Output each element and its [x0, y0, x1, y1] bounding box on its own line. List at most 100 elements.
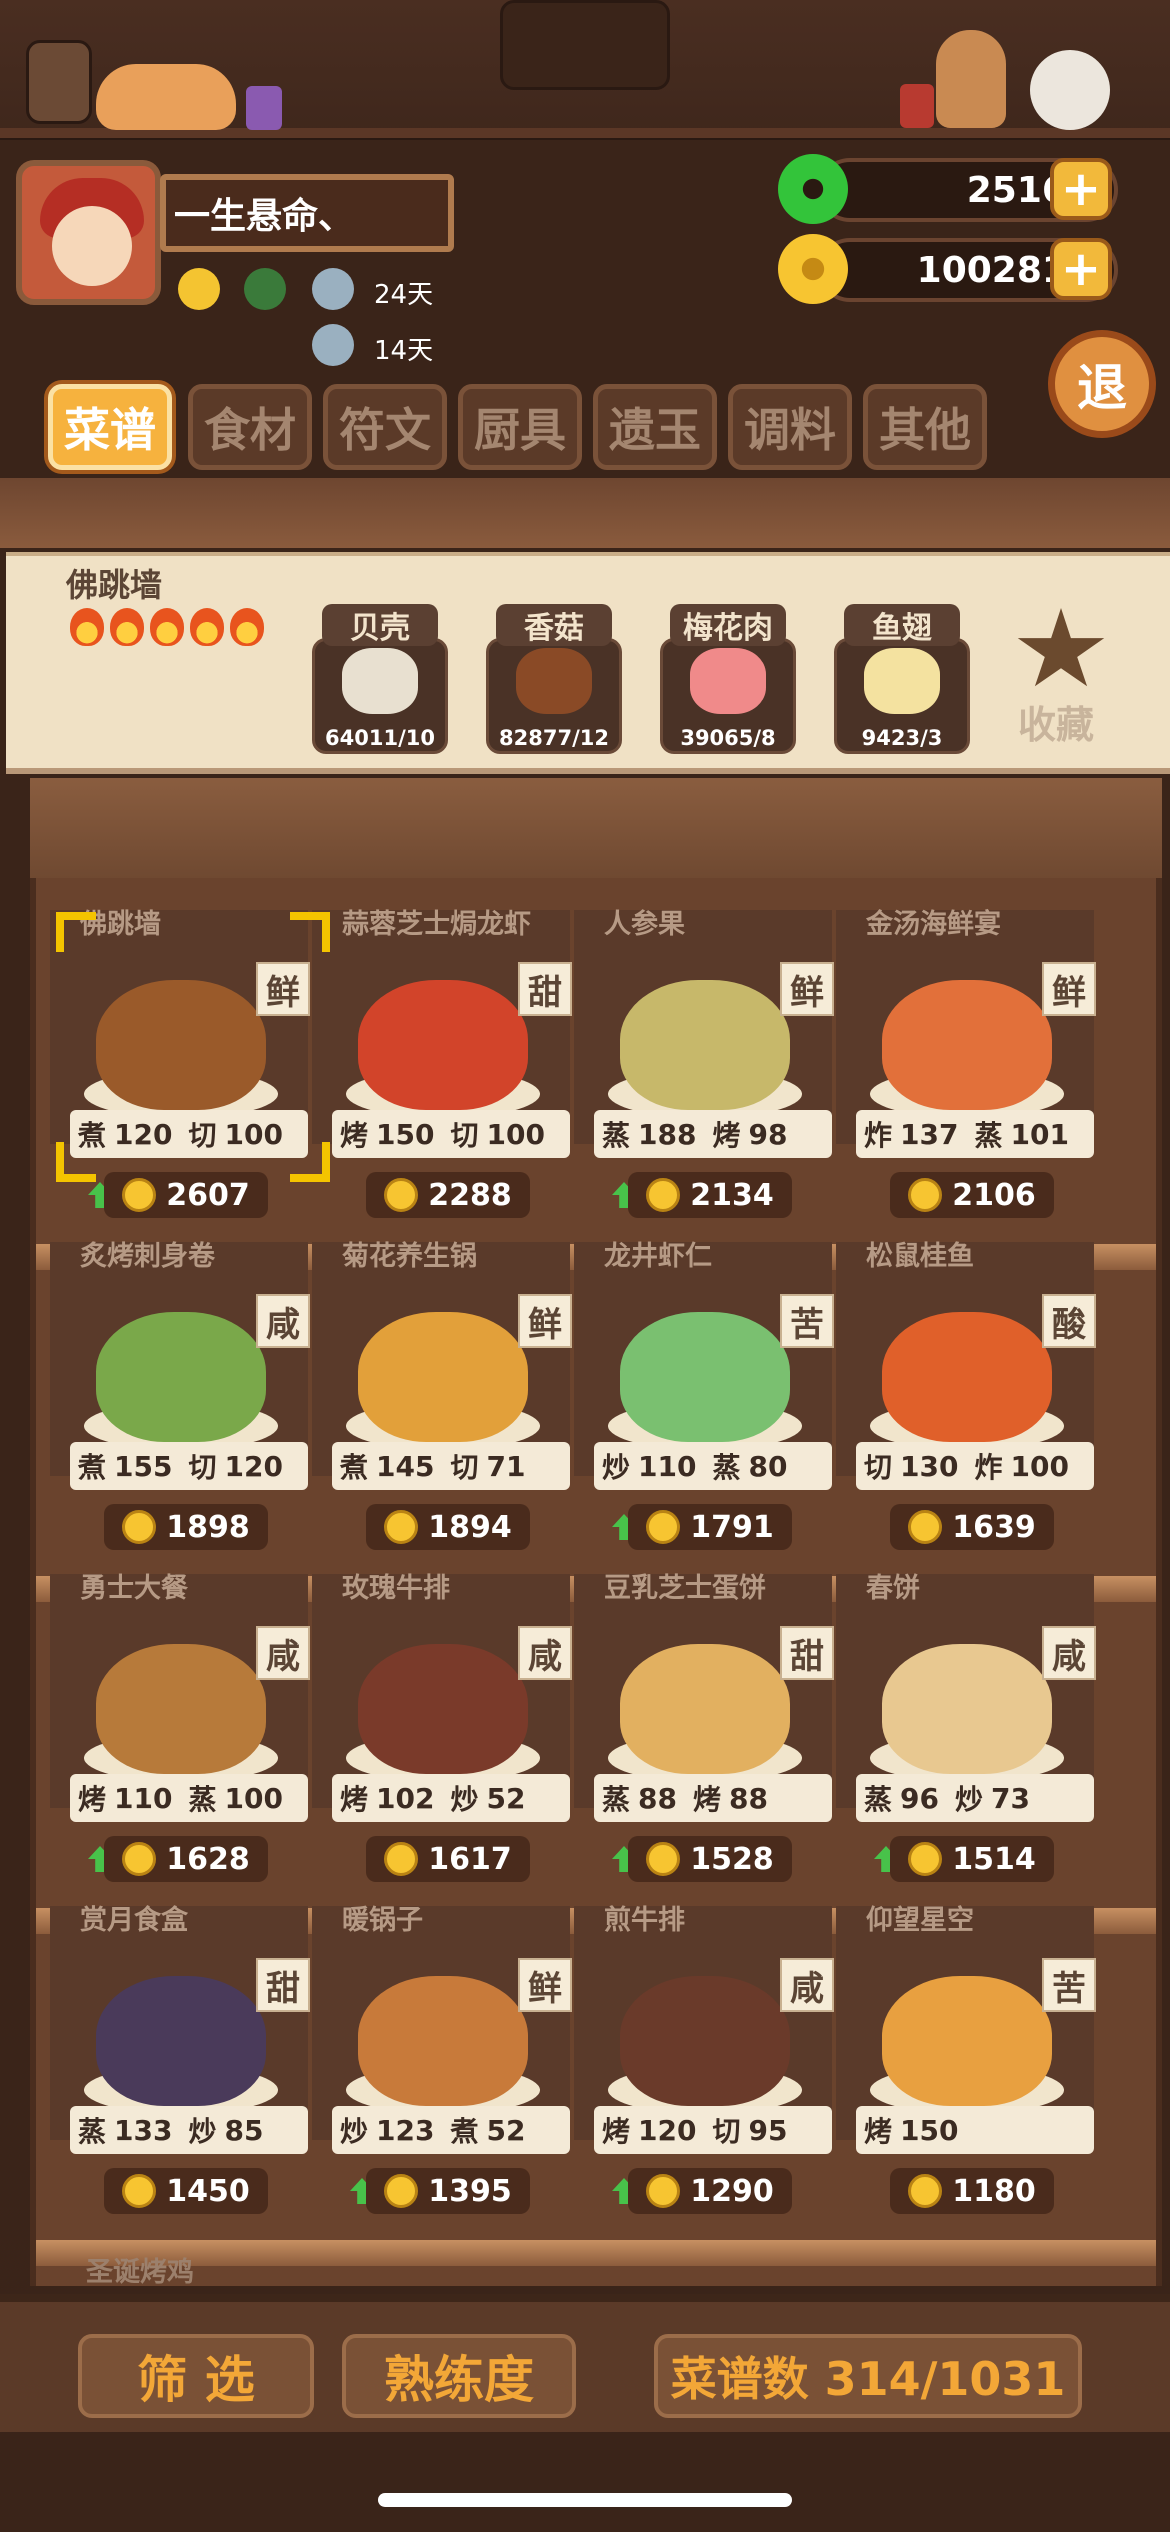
taste-badge: 咸: [780, 1958, 834, 2012]
flame-icon: [230, 608, 264, 646]
dish-icon: [358, 1312, 528, 1442]
wood-band: [0, 478, 1170, 548]
skill-1-value: 130: [900, 1449, 959, 1483]
recipe-name: 春饼: [866, 1573, 920, 1604]
price-value: 1395: [428, 2173, 512, 2209]
coin-icon: [384, 1178, 419, 1212]
taste-badge: 甜: [256, 1958, 310, 2012]
skill-2: 炒: [450, 1783, 479, 1816]
fin-icon: [864, 648, 940, 714]
skill-1: 炒: [602, 1451, 631, 1484]
recipe-card[interactable]: 松鼠桂鱼酸切 130 炸 100 1639: [836, 1242, 1096, 1572]
tab-seasonings[interactable]: 调料: [728, 384, 852, 470]
skill-requirements: 煮 145 切 71: [332, 1442, 570, 1490]
skill-2-value: 80: [748, 1449, 788, 1483]
coin-icon: [646, 1510, 681, 1544]
selection-corner: [56, 912, 96, 952]
skill-1: 蒸: [78, 2115, 107, 2148]
filter-button[interactable]: 筛 选: [78, 2334, 314, 2418]
proficiency-button[interactable]: 熟练度: [342, 2334, 576, 2418]
recipe-card[interactable]: 仰望星空苦烤 150 1180: [836, 1905, 1096, 2236]
tab-utensils[interactable]: 厨具: [458, 384, 582, 470]
ingredient-shell[interactable]: 贝壳 64011/10: [312, 604, 448, 754]
recipe-card[interactable]: 菊花养生锅鲜煮 145 切 71 1894: [312, 1242, 572, 1572]
exit-button[interactable]: 退: [1048, 330, 1156, 438]
tab-other[interactable]: 其他: [863, 384, 987, 470]
skill-2: 切: [450, 1451, 479, 1484]
taste-badge: 咸: [256, 1626, 310, 1680]
recipe-card[interactable]: 人参果鲜蒸 188 烤 98 2134: [574, 910, 834, 1240]
player-name: 一生悬命、: [160, 174, 454, 252]
skill-2: 煮: [450, 2115, 479, 2148]
recipe-card[interactable]: 豆乳芝士蛋饼甜蒸 88 烤 88 1528: [574, 1574, 834, 1904]
flame-icon: [110, 608, 144, 646]
favorite-button[interactable]: 收藏: [1018, 694, 1094, 749]
buff-icon-1: [312, 268, 354, 310]
recipe-card[interactable]: 勇士大餐咸烤 110 蒸 100 1628: [50, 1573, 310, 1904]
recipe-card[interactable]: 佛跳墙鲜煮 120 切 100 2607: [50, 910, 310, 1240]
skill-2: 蒸: [974, 1119, 1003, 1152]
recipe-card[interactable]: 暖锅子鲜炒 123 煮 52 1395: [312, 1906, 572, 2236]
meat-icon: [690, 648, 766, 714]
player-avatar[interactable]: [16, 160, 161, 305]
skill-2-value: 73: [991, 1781, 1030, 1815]
skill-2: 烤: [692, 1783, 721, 1816]
recipe-card[interactable]: 春饼咸蒸 96 炒 73 1514: [836, 1573, 1096, 1904]
dish-icon: [96, 1312, 266, 1442]
skill-2-value: 100: [224, 1781, 283, 1815]
price-value: 1180: [952, 2173, 1036, 2209]
taste-badge: 鲜: [1042, 962, 1096, 1016]
buff-days-2: 14天: [374, 336, 434, 366]
price-value: 1514: [952, 1841, 1036, 1877]
add-coin-button[interactable]: +: [1050, 238, 1112, 300]
skill-1-value: 150: [376, 1117, 435, 1151]
recipe-card[interactable]: 金汤海鲜宴鲜炸 137 蒸 101 2106: [836, 910, 1096, 1240]
ingredient-pork[interactable]: 梅花肉 39065/8: [660, 604, 796, 754]
recipe-card[interactable]: 赏月食盒甜蒸 133 炒 85 1450: [50, 1906, 310, 2236]
recipe-card[interactable]: 蒜蓉芝士焗龙虾甜烤 150 切 100 2288: [312, 909, 572, 1240]
flame-icon: [70, 608, 104, 646]
price-tag: 1290: [628, 2168, 792, 2214]
skill-1-value: 110: [638, 1449, 697, 1483]
ingredient-label: 梅花肉: [670, 604, 786, 646]
ingredient-label: 鱼翅: [844, 604, 960, 646]
price-tag: 1628: [104, 1836, 268, 1882]
recipe-card[interactable]: 龙井虾仁苦炒 110 蒸 80 1791: [574, 1242, 834, 1572]
tab-relics[interactable]: 遗玉: [593, 384, 717, 470]
add-jade-button[interactable]: +: [1050, 158, 1112, 220]
coin-icon: [384, 1842, 419, 1876]
tab-ingredients[interactable]: 食材: [188, 384, 312, 470]
recipe-card[interactable]: 炙烤刺身卷咸煮 155 切 120 1898: [50, 1242, 310, 1572]
skill-requirements: 蒸 133 炒 85: [70, 2106, 308, 2154]
home-indicator[interactable]: [378, 2493, 792, 2507]
recipe-card[interactable]: 玫瑰牛排咸烤 102 炒 52 1617: [312, 1573, 572, 1904]
skill-requirements: 烤 120 切 95: [594, 2106, 832, 2154]
recipe-name: 蒜蓉芝士焗龙虾: [342, 909, 531, 940]
skill-requirements: 煮 155 切 120: [70, 1442, 308, 1490]
coin-icon: [122, 1178, 157, 1212]
selection-corner: [56, 1142, 96, 1182]
recipe-name: 玫瑰牛排: [342, 1573, 450, 1604]
flame-icon: [190, 608, 224, 646]
chef-portrait-icon: [500, 0, 670, 90]
coin-icon: [384, 2174, 419, 2208]
recipe-name: 勇士大餐: [80, 1573, 188, 1604]
taste-badge: 酸: [1042, 1294, 1096, 1348]
skill-1: 蒸: [602, 1783, 631, 1816]
shelf-plank: [36, 2240, 1156, 2266]
dish-icon: [882, 1976, 1052, 2106]
skill-1-value: 102: [376, 1781, 435, 1815]
ingredient-shark-fin[interactable]: 鱼翅 9423/3: [834, 604, 970, 754]
skill-1: 烤: [340, 1119, 369, 1152]
recipe-name: 仰望星空: [866, 1905, 974, 1936]
tab-runes[interactable]: 符文: [323, 384, 447, 470]
tab-recipes[interactable]: 菜谱: [48, 384, 172, 470]
ingredient-count: 39065/8: [680, 726, 776, 750]
price-value: 1628: [166, 1841, 250, 1877]
coin-icon: [908, 1510, 943, 1544]
recipe-card[interactable]: 煎牛排咸烤 120 切 95 1290: [574, 1906, 834, 2236]
skill-1-value: 123: [376, 2113, 435, 2147]
ingredient-mushroom[interactable]: 香菇 82877/12: [486, 604, 622, 754]
taste-badge: 咸: [256, 1294, 310, 1348]
price-tag: 1639: [890, 1504, 1054, 1550]
